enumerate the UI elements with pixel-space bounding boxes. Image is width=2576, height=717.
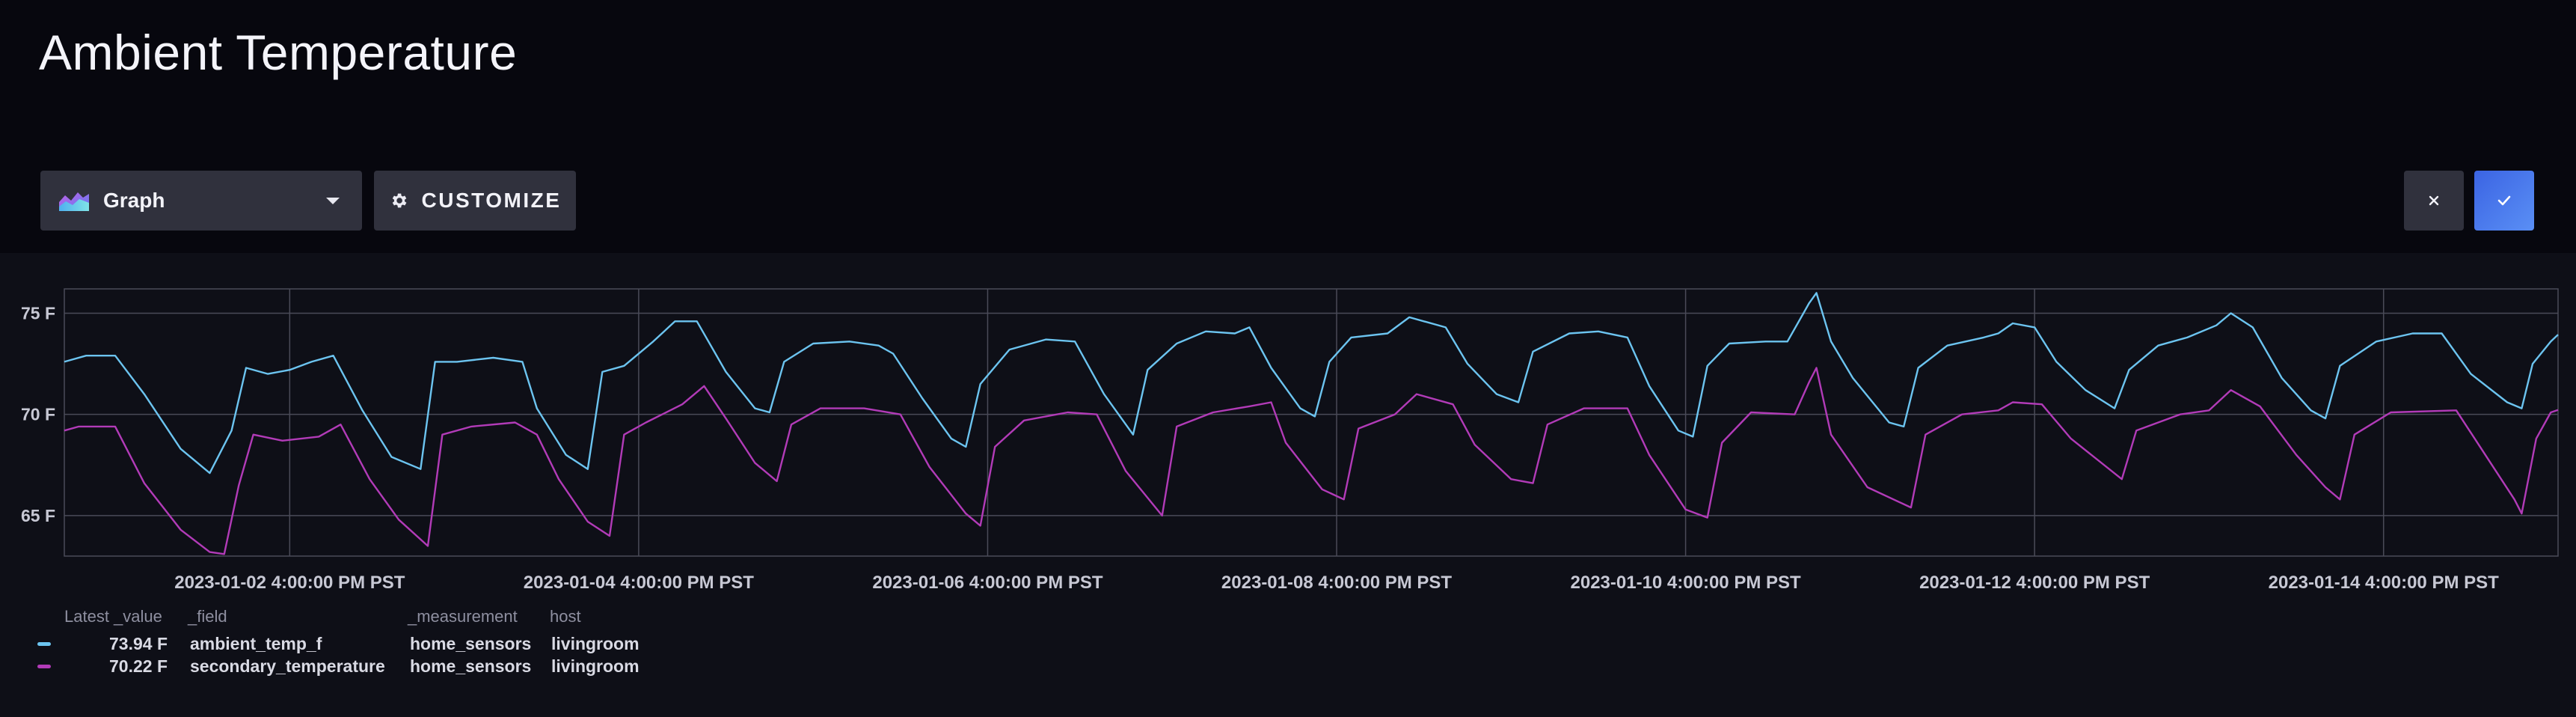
view-type-dropdown[interactable]: Graph xyxy=(40,171,362,231)
x-tick-label: 2023-01-08 4:00:00 PM PST xyxy=(1221,573,1453,593)
y-tick-label: 70 F xyxy=(21,405,55,424)
cancel-button[interactable] xyxy=(2404,171,2464,231)
y-tick-label: 65 F xyxy=(21,506,55,525)
graph-type-icon xyxy=(59,192,89,211)
close-icon xyxy=(2429,195,2439,206)
legend-measurement: home_sensors xyxy=(410,656,532,676)
legend-header-field: _field xyxy=(188,607,227,626)
legend-measurement: home_sensors xyxy=(410,634,532,653)
legend-header-value: Latest _value xyxy=(64,607,162,626)
x-tick-label: 2023-01-14 4:00:00 PM PST xyxy=(2269,573,2500,593)
x-tick-label: 2023-01-04 4:00:00 PM PST xyxy=(524,573,755,593)
x-tick-label: 2023-01-10 4:00:00 PM PST xyxy=(1571,573,1802,593)
customize-label: CUSTOMIZE xyxy=(421,189,562,212)
x-tick-label: 2023-01-12 4:00:00 PM PST xyxy=(1919,573,2150,593)
chevron-down-icon xyxy=(326,198,340,204)
legend-header-host: host xyxy=(550,607,581,626)
header: Ambient Temperature Graph CUSTOMIZE xyxy=(0,0,2576,253)
confirm-button[interactable] xyxy=(2474,171,2534,231)
x-tick-label: 2023-01-02 4:00:00 PM PST xyxy=(174,573,405,593)
check-icon xyxy=(2497,195,2511,206)
gear-icon xyxy=(392,193,406,208)
line-chart[interactable]: 65 F 70 F 75 F 2023-01-02 4:00:00 PM PST 202… xyxy=(0,253,2576,605)
x-tick-label: 2023-01-06 4:00:00 PM PST xyxy=(872,573,1103,593)
view-type-label: Graph xyxy=(103,189,165,212)
legend-table: Latest _value _field _measurement host 7… xyxy=(0,607,2576,712)
legend-header-measurement: _measurement xyxy=(408,607,518,626)
legend-field: ambient_temp_f xyxy=(190,634,322,653)
app-window: Ambient Temperature Graph CUSTOMIZE 65 F… xyxy=(0,0,2576,717)
y-tick-label: 75 F xyxy=(21,303,55,323)
legend-swatch-ambient xyxy=(37,642,51,646)
legend-latest-value: 70.22 F xyxy=(109,656,168,676)
legend-latest-value: 73.94 F xyxy=(109,634,168,653)
graph-panel: 65 F 70 F 75 F 2023-01-02 4:00:00 PM PST 202… xyxy=(0,253,2576,717)
legend-host: livingroom xyxy=(551,656,640,676)
legend-host: livingroom xyxy=(551,634,640,653)
legend-field: secondary_temperature xyxy=(190,656,385,676)
customize-button[interactable]: CUSTOMIZE xyxy=(374,171,576,231)
legend-swatch-secondary xyxy=(37,665,51,668)
page-title: Ambient Temperature xyxy=(39,25,518,80)
